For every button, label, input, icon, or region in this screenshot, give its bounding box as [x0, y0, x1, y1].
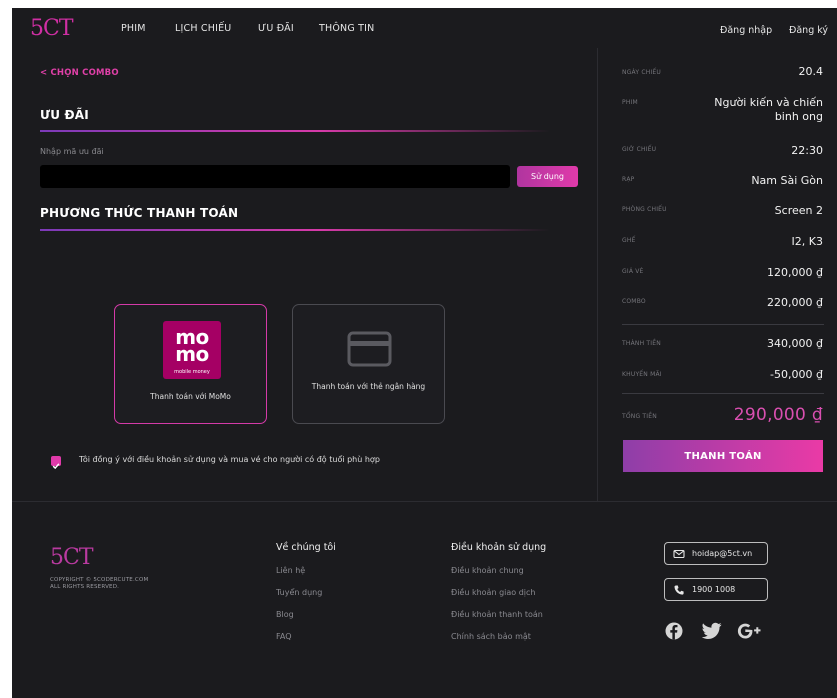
twitter-icon[interactable]: [702, 622, 722, 640]
summary-label-combo: COMBO: [622, 298, 646, 305]
momo-payment-label: Thanh toán với MoMo: [150, 392, 231, 401]
apply-promo-button[interactable]: Sử dụng: [517, 166, 578, 187]
summary-value-movie: Người kiến và chiến binh ong: [714, 96, 823, 123]
footer-link-blog[interactable]: Blog: [276, 610, 294, 619]
promo-section-title: ƯU ĐÃI: [40, 108, 89, 122]
promo-code-input[interactable]: [40, 165, 510, 188]
summary-value-seats: I2, K3: [791, 235, 823, 248]
footer-phone: 1900 1008: [692, 585, 736, 594]
footer-divider: [12, 501, 837, 502]
footer-copyright: COPYRIGHT © 5CODERCUTE.COM: [50, 577, 149, 583]
summary-value-time: 22:30: [791, 144, 823, 157]
summary-label-seats: GHẾ: [622, 237, 636, 244]
credit-card-icon: [347, 331, 392, 367]
summary-value-date: 20.4: [798, 65, 824, 78]
footer-phone-box[interactable]: 1900 1008: [664, 578, 768, 601]
checkout-page: 5CT PHIM LỊCH CHIẾU ƯU ĐÃI THÔNG TIN Đăn…: [12, 8, 837, 698]
footer-link-general-terms[interactable]: Điều khoản chung: [451, 566, 524, 575]
bank-card-payment-label: Thanh toán với thẻ ngân hàng: [311, 382, 426, 391]
nav-phim[interactable]: PHIM: [121, 23, 146, 34]
summary-label-subtotal: THÀNH TIỀN: [622, 340, 661, 347]
summary-label-room: PHÒNG CHIẾU: [622, 206, 667, 213]
summary-value-theater: Nam Sài Gòn: [751, 174, 823, 187]
mail-icon: [673, 549, 685, 559]
phone-icon: [674, 585, 684, 595]
footer-link-careers[interactable]: Tuyển dụng: [276, 588, 322, 597]
summary-value-total: 290,000 ₫: [733, 405, 823, 425]
summary-label-discount: KHUYẾN MÃI: [622, 371, 662, 378]
payment-section-title: PHƯƠNG THỨC THANH TOÁN: [40, 206, 239, 220]
footer-email: hoidap@5ct.vn: [692, 549, 753, 558]
footer-link-faq[interactable]: FAQ: [276, 632, 292, 641]
nav-thong-tin[interactable]: THÔNG TIN: [319, 23, 374, 34]
summary-label-movie: PHIM: [622, 99, 638, 106]
footer-logo: 5CT: [50, 545, 94, 570]
summary-divider: [597, 48, 598, 501]
register-link[interactable]: Đăng ký: [789, 25, 828, 36]
agree-checkbox[interactable]: [51, 456, 61, 470]
summary-value-ticket-price: 120,000 ₫: [767, 266, 823, 279]
momo-logo-subtext: mobile money: [174, 369, 210, 375]
top-nav: 5CT PHIM LỊCH CHIẾU ƯU ĐÃI THÔNG TIN Đăn…: [12, 8, 837, 48]
momo-logo: mo mo mobile money: [163, 321, 221, 379]
site-logo[interactable]: 5CT: [30, 16, 74, 41]
footer-terms-title: Điều khoản sử dụng: [451, 542, 547, 553]
summary-label-date: NGÀY CHIẾU: [622, 69, 662, 76]
summary-separator-2: [622, 393, 824, 394]
login-link[interactable]: Đăng nhập: [720, 25, 772, 36]
momo-logo-text-bottom: mo: [175, 342, 209, 366]
footer-link-contact[interactable]: Liên hệ: [276, 566, 305, 575]
footer-email-box[interactable]: hoidap@5ct.vn: [664, 542, 768, 565]
nav-lich-chieu[interactable]: LỊCH CHIẾU: [175, 23, 231, 34]
nav-uu-dai[interactable]: ƯU ĐÃI: [258, 23, 294, 34]
footer-about-title: Về chúng tôi: [276, 542, 336, 553]
summary-label-ticket-price: GIÁ VÉ: [622, 268, 644, 275]
summary-label-theater: RẠP: [622, 176, 635, 183]
payment-title-underline: [40, 229, 550, 231]
footer-rights: ALL RIGHTS RESERVED.: [50, 584, 120, 590]
promo-code-label: Nhập mã ưu đãi: [40, 147, 104, 156]
agree-terms-text: Tôi đồng ý với điều khoản sử dụng và mua…: [79, 455, 380, 464]
summary-value-subtotal: 340,000 ₫: [767, 337, 823, 350]
summary-label-time: GIỜ CHIẾU: [622, 146, 657, 153]
summary-separator-1: [622, 324, 824, 325]
bank-card-payment-option[interactable]: Thanh toán với thẻ ngân hàng: [292, 304, 445, 424]
facebook-icon[interactable]: [665, 622, 683, 640]
footer-link-payment-terms[interactable]: Điều khoản thanh toán: [451, 610, 543, 619]
promo-title-underline: [40, 130, 550, 132]
summary-value-discount: -50,000 ₫: [770, 368, 823, 381]
summary-label-total: TỔNG TIỀN: [622, 413, 657, 420]
back-to-combo-link[interactable]: < CHỌN COMBO: [40, 68, 119, 78]
summary-value-combo: 220,000 ₫: [767, 296, 823, 309]
google-plus-icon[interactable]: [737, 622, 763, 640]
footer-link-privacy-policy[interactable]: Chính sách bảo mật: [451, 632, 531, 641]
checkmark-icon: [52, 463, 60, 470]
summary-value-room: Screen 2: [774, 204, 823, 217]
checkout-button[interactable]: THANH TOÁN: [623, 440, 823, 472]
momo-payment-option[interactable]: mo mo mobile money Thanh toán với MoMo: [114, 304, 267, 424]
footer-link-transaction-terms[interactable]: Điều khoản giao dịch: [451, 588, 535, 597]
